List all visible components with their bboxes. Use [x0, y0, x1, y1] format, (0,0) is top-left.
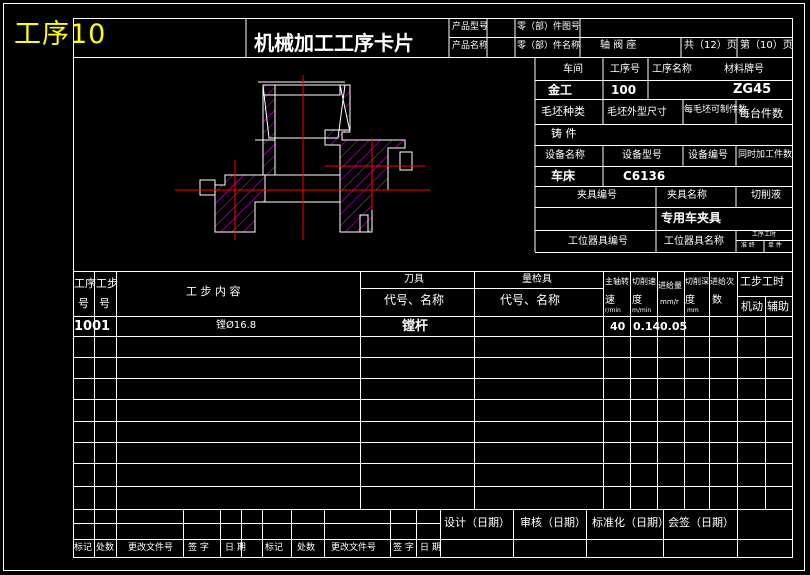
col-passes-label-2: 数 [712, 295, 722, 306]
row-process-no: 100 [74, 319, 102, 334]
equipment-name-label: 设备名称 [545, 150, 585, 161]
total-pages: 共（12）页 [684, 40, 737, 51]
col-content-label: 工 步 内 容 [186, 285, 241, 298]
material-label: 材料牌号 [724, 64, 764, 75]
station-tool-name-label: 工位器具名称 [664, 236, 724, 247]
col-gauge-label: 量检具 [522, 274, 552, 285]
equipment-model-value: C6136 [623, 169, 666, 183]
time-unit: 单 件 [768, 242, 782, 249]
review-label: 审核（日期） [520, 516, 586, 529]
time-quasi: 准 终 [741, 242, 755, 249]
process-no-label: 工序号 [610, 64, 640, 75]
col-speed-label: 主轴转 [605, 277, 629, 286]
col-tool-sub: 代号、名称 [384, 293, 445, 307]
col-passes-label: 进给次 [710, 277, 734, 286]
blank-type-value: 铸 件 [551, 127, 577, 140]
col-step-label: 工步 [96, 277, 118, 290]
part-name-label: 零（部）件名称 [517, 41, 581, 51]
equipment-model-label: 设备型号 [622, 150, 662, 161]
time-label: 工序工时 [752, 231, 777, 238]
material-value: ZG45 [733, 82, 772, 97]
process-no-value: 100 [611, 83, 637, 97]
col-speed-label-2: 速 [605, 295, 615, 306]
pieces-per-unit-label: 每台件数 [739, 107, 783, 120]
rev-sign-2: 签 字 [393, 543, 414, 553]
part-drawing-no-label: 零（部）件图号 [517, 22, 581, 32]
product-name-label: 产品名称 [452, 41, 489, 51]
design-label: 设计（日期） [444, 516, 510, 529]
row-tool: 镗杆 [402, 319, 429, 334]
fixture-name-label: 夹具名称 [667, 190, 707, 201]
row-cut-speed: 0.14 [633, 320, 661, 333]
workshop-value: 金工 [548, 83, 573, 97]
col-aux-label: 辅助 [767, 300, 789, 313]
rev-date-2: 日 期 [420, 543, 441, 553]
drawing-sheet: 工序10 机械加工工序卡片 产品型号 产品名称 零（部）件图号 零（部）件名称 … [0, 0, 810, 575]
card-title: 机械加工工序卡片 [254, 31, 414, 55]
rev-doc-2: 更改文件号 [331, 543, 377, 553]
process-name-label: 工序名称 [652, 64, 692, 75]
col-gauge-sub: 代号、名称 [500, 293, 561, 307]
countersign-label: 会签（日期） [668, 516, 734, 529]
row-content: 镗Ø16.8 [216, 320, 257, 331]
table-grid [3, 3, 805, 571]
col-depth-unit: mm [687, 307, 699, 314]
col-step-label-2: 号 [99, 297, 110, 310]
drawing-title: 工序10 [14, 19, 107, 50]
fixture-name-value: 专用车夹具 [661, 211, 722, 225]
row-speed: 40 [610, 320, 626, 333]
col-feed-unit: mm/r [660, 298, 679, 306]
rev-mark-1: 标记 [74, 543, 93, 553]
station-tool-no-label: 工位器具编号 [568, 236, 628, 247]
coolant-label: 切削液 [751, 190, 781, 201]
blank-type-label: 毛坯种类 [541, 105, 585, 118]
col-tool-label: 刀具 [404, 274, 424, 285]
standard-label: 标准化（日期） [592, 516, 669, 529]
col-process-label: 工序 [74, 277, 96, 290]
pieces-per-blank-label: 每毛坯可制件数 [684, 105, 748, 115]
col-cut-speed-label: 切削速 [632, 277, 656, 286]
col-hours-label: 工步工时 [740, 275, 784, 288]
page-number: 第（10）页 [740, 40, 793, 51]
rev-count-2: 处数 [297, 543, 316, 553]
part-name-value: 轴 阀 座 [600, 40, 637, 51]
rev-sign-1: 签 字 [188, 543, 209, 553]
equipment-no-label: 设备编号 [688, 150, 728, 161]
product-model-label: 产品型号 [452, 22, 489, 32]
col-cut-speed-label-2: 度 [632, 295, 642, 306]
workshop-label: 车间 [563, 64, 583, 75]
fixture-no-label: 夹具编号 [577, 190, 617, 201]
col-process-label-2: 号 [78, 297, 89, 310]
rev-doc-1: 更改文件号 [128, 543, 174, 553]
col-motor-label: 机动 [741, 300, 763, 313]
col-speed-unit: r/min [605, 307, 621, 314]
blank-size-label: 毛坯外型尺寸 [607, 107, 667, 118]
rev-date-1: 日 期 [225, 543, 246, 553]
col-depth-label-2: 度 [685, 295, 695, 306]
col-depth-label: 切削深 [685, 277, 709, 286]
col-feed-label: 进给量 [658, 281, 682, 290]
simultaneous-label: 同时加工件数 [738, 150, 793, 160]
col-cut-speed-unit: m/min [632, 307, 652, 314]
rev-mark-2: 标记 [265, 543, 284, 553]
row-step-no: 1 [101, 319, 111, 334]
part-drawing [175, 75, 430, 240]
rev-count-1: 处数 [96, 543, 115, 553]
equipment-name-value: 车床 [551, 169, 576, 183]
row-feed: 0.05 [660, 320, 688, 333]
